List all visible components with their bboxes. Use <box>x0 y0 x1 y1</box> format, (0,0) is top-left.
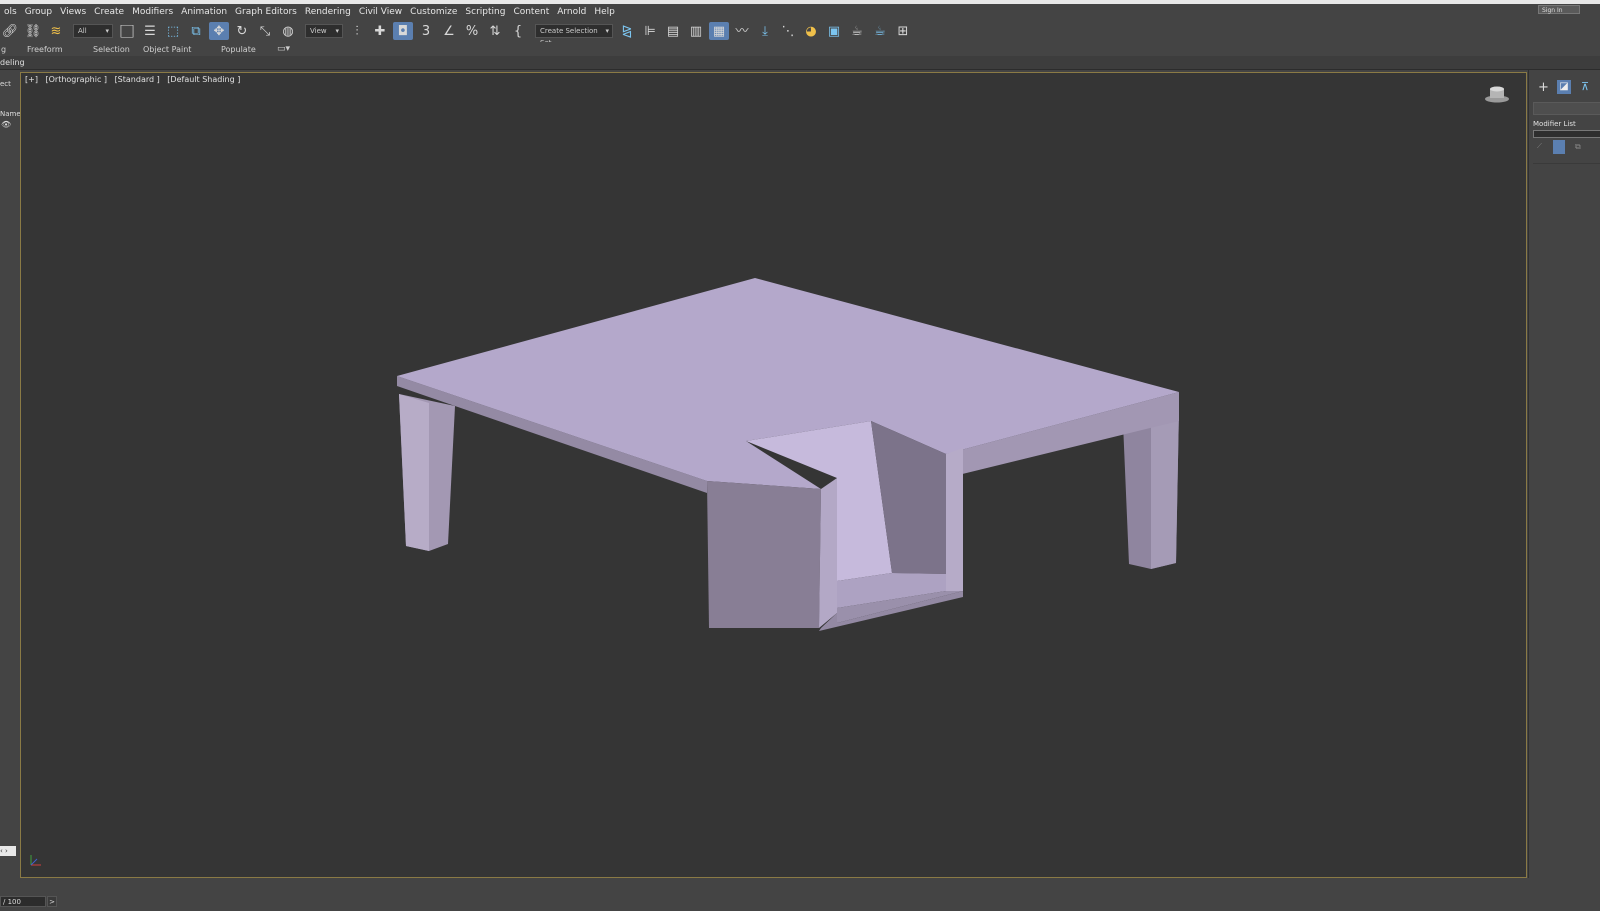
menu-bar: ols Group Views Create Modifiers Animati… <box>0 4 1600 21</box>
time-slider-frame[interactable]: / 100 <box>0 896 46 907</box>
select-manipulate-icon[interactable]: ✚ <box>370 22 390 40</box>
menu-animation[interactable]: Animation <box>177 7 231 17</box>
sign-in-dropdown[interactable]: Sign In <box>1538 5 1580 14</box>
mirror-icon[interactable]: ⧎ <box>617 22 637 40</box>
menu-group[interactable]: Group <box>21 7 56 17</box>
time-slider-next[interactable]: > <box>47 896 57 907</box>
menu-modifiers[interactable]: Modifiers <box>128 7 177 17</box>
angle-snap-icon[interactable]: ∠ <box>439 22 459 40</box>
snaps-toggle-icon[interactable]: 3 <box>416 22 436 40</box>
select-move-icon[interactable]: ✥ <box>209 22 229 40</box>
scene-explorer-panel: ect Name 👁︎ ‹ › <box>0 70 21 878</box>
spinner-snap-icon[interactable]: ⇅ <box>485 22 505 40</box>
create-tab-icon[interactable]: + <box>1538 80 1549 95</box>
bind-spacewarp-icon[interactable]: ≋ <box>46 22 66 40</box>
menu-arnold[interactable]: Arnold <box>553 7 590 17</box>
dope-sheet-icon[interactable]: ⤓ <box>755 22 775 40</box>
tab-populate[interactable]: Populate <box>221 45 277 54</box>
select-rotate-icon[interactable]: ↻ <box>232 22 252 40</box>
reference-coordinate-dropdown[interactable]: View <box>305 24 343 38</box>
axis-tripod-icon <box>30 855 41 866</box>
modifier-stack[interactable] <box>1533 130 1600 138</box>
visibility-eye-icon[interactable]: 👁︎ <box>1 120 11 129</box>
menu-views[interactable]: Views <box>56 7 90 17</box>
object-name-field[interactable] <box>1533 102 1600 115</box>
named-selection-dropdown[interactable]: Create Selection Set <box>535 24 613 47</box>
keyboard-shortcut-override-icon[interactable]: ◘ <box>393 22 413 40</box>
scene-explorer-select-label: ect <box>0 80 11 88</box>
menu-civil-view[interactable]: Civil View <box>355 7 406 17</box>
ribbon-panel-row: deling <box>0 56 1600 70</box>
ribbon-options-icon[interactable]: ▭▾ <box>277 44 290 54</box>
percent-snap-icon[interactable]: % <box>462 22 482 40</box>
tab-freeform[interactable]: Freeform <box>27 45 93 54</box>
rectangular-selection-icon[interactable]: ⬚ <box>163 22 183 40</box>
main-toolbar: 🔗︎ ⛓︎ ≋ All ⬜︎ ☰ ⬚ ⧉ ✥ ↻ ⤡ ◍ View ⫶ ✚ ◘ … <box>0 20 1600 47</box>
hierarchy-tab-icon[interactable]: ⊼ <box>1581 80 1589 93</box>
pivot-center-icon[interactable]: ⫶ <box>347 22 367 40</box>
command-panel: + ◪ ⊼ Modifier List ⟋ ⧉ <box>1528 70 1600 878</box>
show-end-result-icon[interactable] <box>1553 140 1565 154</box>
align-icon[interactable]: ⊫ <box>640 22 660 40</box>
rendered-frame-window-icon[interactable]: ☕︎ <box>847 22 867 40</box>
table-model[interactable] <box>21 73 1526 877</box>
panel-nav-arrows[interactable]: ‹ › <box>0 846 16 856</box>
selection-filter-dropdown[interactable]: All <box>73 24 113 38</box>
link-icon[interactable]: 🔗︎ <box>0 22 20 40</box>
material-editor-icon[interactable]: ◕ <box>801 22 821 40</box>
select-object-icon[interactable]: ⬜︎ <box>117 22 137 40</box>
modify-tab-icon[interactable]: ◪ <box>1557 80 1571 94</box>
render-setup-icon[interactable]: ▣ <box>824 22 844 40</box>
curve-editor-icon[interactable]: 〰 <box>732 22 752 40</box>
ribbon-toggle-icon[interactable]: ▦ <box>709 22 729 40</box>
menu-graph-editors[interactable]: Graph Editors <box>231 7 301 17</box>
select-scale-icon[interactable]: ⤡ <box>255 22 275 40</box>
make-unique-icon[interactable]: ⧉ <box>1575 142 1581 152</box>
tab-modeling[interactable]: g <box>1 45 27 54</box>
scene-explorer-icon[interactable]: ▤ <box>663 22 683 40</box>
render-production-icon[interactable]: ☕︎ <box>870 22 890 40</box>
tab-object-paint[interactable]: Object Paint <box>143 45 221 54</box>
perspective-viewport[interactable]: [+] [Orthographic ] [Standard ] [Default… <box>20 72 1527 878</box>
edit-named-selection-icon[interactable]: { <box>508 22 528 40</box>
menu-create[interactable]: Create <box>90 7 128 17</box>
menu-customize[interactable]: Customize <box>406 7 461 17</box>
ribbon-tab-row: g Freeform Selection Object Paint Popula… <box>0 42 1600 56</box>
tab-selection[interactable]: Selection <box>93 45 143 54</box>
select-place-icon[interactable]: ◍ <box>278 22 298 40</box>
menu-scripting[interactable]: Scripting <box>461 7 509 17</box>
menu-content[interactable]: Content <box>509 7 553 17</box>
panel-divider <box>1533 163 1600 164</box>
menu-help[interactable]: Help <box>590 7 619 17</box>
scene-explorer-name-header: Name <box>0 110 21 118</box>
status-bar <box>0 878 1600 911</box>
schematic-view-icon[interactable]: ⋱ <box>778 22 798 40</box>
pin-stack-icon[interactable]: ⟋ <box>1537 142 1542 151</box>
ribbon-panel-label: deling <box>0 58 25 67</box>
unlink-icon[interactable]: ⛓︎ <box>23 22 43 40</box>
select-by-name-icon[interactable]: ☰ <box>140 22 160 40</box>
menu-tools[interactable]: ols <box>0 7 21 17</box>
modifier-list-label[interactable]: Modifier List <box>1533 120 1576 128</box>
layer-explorer-icon[interactable]: ▥ <box>686 22 706 40</box>
window-crossing-icon[interactable]: ⧉ <box>186 22 206 40</box>
render-in-cloud-icon[interactable]: ⊞ <box>893 22 913 40</box>
menu-rendering[interactable]: Rendering <box>301 7 355 17</box>
